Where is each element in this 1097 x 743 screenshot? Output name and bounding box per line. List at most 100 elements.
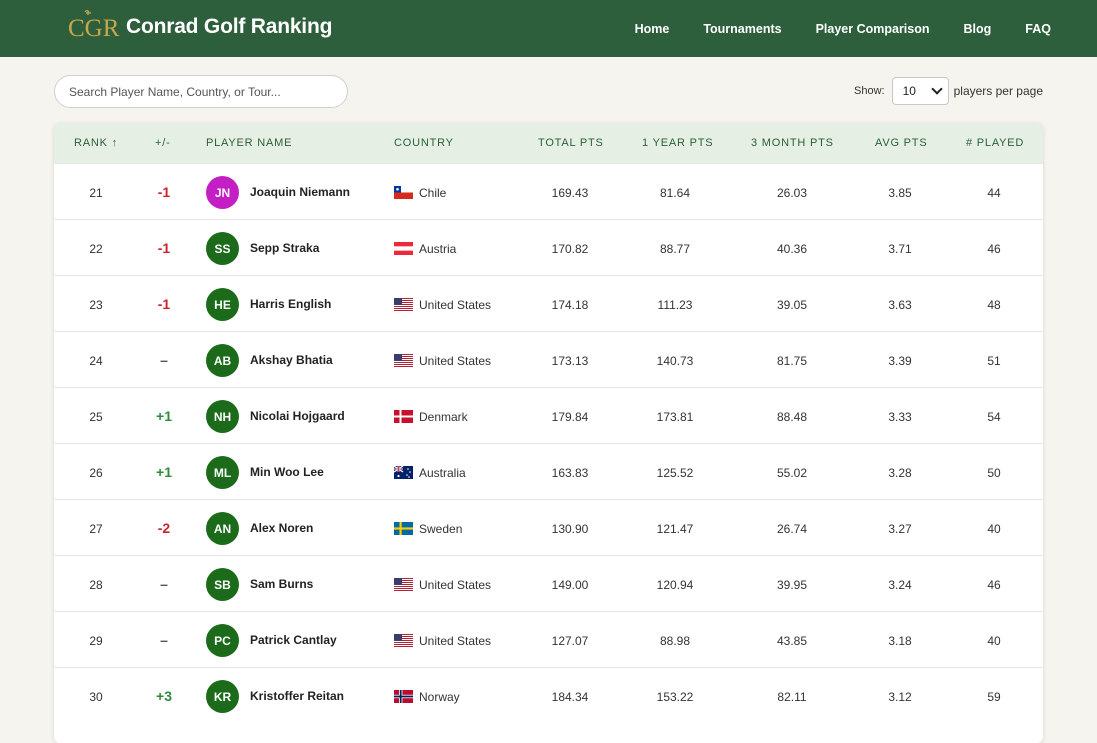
- three-month-pts-cell: 40.36: [776, 242, 808, 256]
- au-flag-icon: [394, 466, 413, 479]
- top-navbar: CGR Conrad Golf Ranking Home Tournaments…: [0, 0, 1097, 57]
- col-avg-pts[interactable]: AVG PTS: [875, 137, 927, 149]
- nav-player-comparison[interactable]: Player Comparison: [816, 22, 930, 36]
- year-pts-cell: 140.73: [656, 354, 694, 368]
- search-box[interactable]: [54, 75, 348, 108]
- rank-cell: 23: [89, 298, 103, 312]
- col-country[interactable]: COUNTRY: [394, 137, 454, 149]
- col-change[interactable]: +/-: [155, 137, 171, 149]
- year-pts-cell: 125.52: [656, 466, 694, 480]
- avg-pts-cell: 3.27: [888, 522, 912, 536]
- table-row[interactable]: 24 – AB Akshay Bhatia United States 173.13 140…: [54, 331, 1043, 387]
- avatar: KR: [206, 680, 239, 713]
- player-name-link[interactable]: Joaquin Niemann: [250, 185, 350, 199]
- col-3month-pts[interactable]: 3 MONTH PTS: [751, 137, 834, 149]
- year-pts-cell: 111.23: [657, 298, 693, 312]
- rank-change-cell: +1: [156, 464, 172, 480]
- nav-faq[interactable]: FAQ: [1025, 22, 1051, 36]
- avatar: JN: [206, 176, 239, 209]
- chevron-down-icon: [930, 83, 943, 95]
- nav-home[interactable]: Home: [635, 22, 670, 36]
- avatar: HE: [206, 288, 239, 321]
- player-name-link[interactable]: Patrick Cantlay: [250, 633, 337, 647]
- player-name-link[interactable]: Sam Burns: [250, 577, 313, 591]
- table-body: 21 -1 JN Joaquin Niemann Chile 169.43 81.64 26.…: [54, 163, 1043, 723]
- us-flag-icon: [394, 298, 413, 311]
- avg-pts-cell: 3.71: [888, 242, 912, 256]
- avatar: AB: [206, 344, 239, 377]
- player-name-link[interactable]: Sepp Straka: [250, 241, 319, 255]
- search-input[interactable]: [69, 84, 329, 99]
- rank-cell: 30: [89, 690, 103, 704]
- logo[interactable]: CGR Conrad Golf Ranking: [68, 9, 332, 45]
- page-size-suffix: players per page: [953, 84, 1043, 98]
- nav-tournaments[interactable]: Tournaments: [703, 22, 781, 36]
- total-pts-cell: 149.00: [551, 578, 589, 592]
- player-name-link[interactable]: Nicolai Hojgaard: [250, 409, 345, 423]
- cl-flag-icon: [394, 186, 413, 199]
- played-cell: 46: [987, 578, 1001, 592]
- player-name-link[interactable]: Alex Noren: [250, 521, 313, 535]
- rank-cell: 25: [89, 410, 103, 424]
- played-cell: 48: [987, 298, 1001, 312]
- table-row[interactable]: 30 +3 KR Kristoffer Reitan Norway 184.34 153.2…: [54, 667, 1043, 723]
- us-flag-icon: [394, 578, 413, 591]
- player-name-link[interactable]: Harris English: [250, 297, 331, 311]
- player-name-link[interactable]: Kristoffer Reitan: [250, 689, 344, 703]
- page-size-value: 10: [902, 84, 916, 98]
- page-size-select[interactable]: 10: [891, 77, 949, 105]
- table-row[interactable]: 29 – PC Patrick Cantlay United States 127.07 8…: [54, 611, 1043, 667]
- played-cell: 50: [987, 466, 1001, 480]
- three-month-pts-cell: 39.05: [776, 298, 808, 312]
- avg-pts-cell: 3.28: [888, 466, 912, 480]
- rank-change-cell: +3: [156, 688, 172, 704]
- total-pts-cell: 163.83: [551, 466, 589, 480]
- three-month-pts-cell: 39.95: [776, 578, 808, 592]
- table-row[interactable]: 28 – SB Sam Burns United States 149.00 120.94 3…: [54, 555, 1043, 611]
- avatar: PC: [206, 624, 239, 657]
- three-month-pts-cell: 26.74: [776, 522, 808, 536]
- rank-cell: 26: [89, 466, 103, 480]
- table-row[interactable]: 22 -1 SS Sepp Straka Austria 170.82 88.77 40.36…: [54, 219, 1043, 275]
- col-played[interactable]: # PLAYED: [966, 137, 1024, 149]
- nav-blog[interactable]: Blog: [964, 22, 992, 36]
- player-name-link[interactable]: Akshay Bhatia: [250, 353, 333, 367]
- avg-pts-cell: 3.85: [888, 186, 912, 200]
- three-month-pts-cell: 82.11: [777, 690, 807, 704]
- table-row[interactable]: 21 -1 JN Joaquin Niemann Chile 169.43 81.64 26.…: [54, 163, 1043, 219]
- col-rank[interactable]: RANK ↑: [74, 137, 118, 149]
- rank-change-cell: –: [160, 352, 168, 368]
- total-pts-cell: 169.43: [551, 186, 589, 200]
- avatar: ML: [206, 456, 239, 489]
- played-cell: 59: [987, 690, 1001, 704]
- table-row[interactable]: 26 +1 ML Min Woo Lee Australia 163.83 125.52 55…: [54, 443, 1043, 499]
- country-cell: United States: [419, 578, 492, 592]
- played-cell: 40: [987, 634, 1001, 648]
- col-player-name[interactable]: PLAYER NAME: [206, 137, 292, 149]
- rank-cell: 27: [89, 522, 103, 536]
- cgr-logo-icon: CGR: [68, 9, 120, 42]
- year-pts-cell: 120.94: [656, 578, 694, 592]
- country-cell: Australia: [419, 466, 466, 480]
- player-name-link[interactable]: Min Woo Lee: [250, 465, 324, 479]
- year-pts-cell: 81.64: [659, 186, 691, 200]
- rank-change-cell: -1: [157, 240, 171, 256]
- played-cell: 51: [987, 354, 1001, 368]
- rank-change-cell: -1: [157, 296, 171, 312]
- table-row[interactable]: 25 +1 NH Nicolai Hojgaard Denmark 179.84 173.8…: [54, 387, 1043, 443]
- rank-change-cell: –: [160, 632, 168, 648]
- rank-change-cell: +1: [156, 408, 172, 424]
- table-row[interactable]: 27 -2 AN Alex Noren Sweden 130.90 121.47 26.74 3…: [54, 499, 1043, 555]
- country-cell: Denmark: [419, 410, 468, 424]
- rank-cell: 24: [89, 354, 103, 368]
- country-cell: Norway: [419, 690, 460, 704]
- avatar: NH: [206, 400, 239, 433]
- avatar: AN: [206, 512, 239, 545]
- rank-cell: 21: [89, 186, 103, 200]
- main-nav: Home Tournaments Player Comparison Blog …: [601, 0, 1051, 57]
- col-year-pts[interactable]: 1 YEAR PTS: [642, 137, 713, 149]
- table-row[interactable]: 23 -1 HE Harris English United States 174.18 1…: [54, 275, 1043, 331]
- svg-text:CGR: CGR: [68, 15, 120, 42]
- col-total-pts[interactable]: TOTAL PTS: [538, 137, 604, 149]
- rank-change-cell: –: [160, 576, 168, 592]
